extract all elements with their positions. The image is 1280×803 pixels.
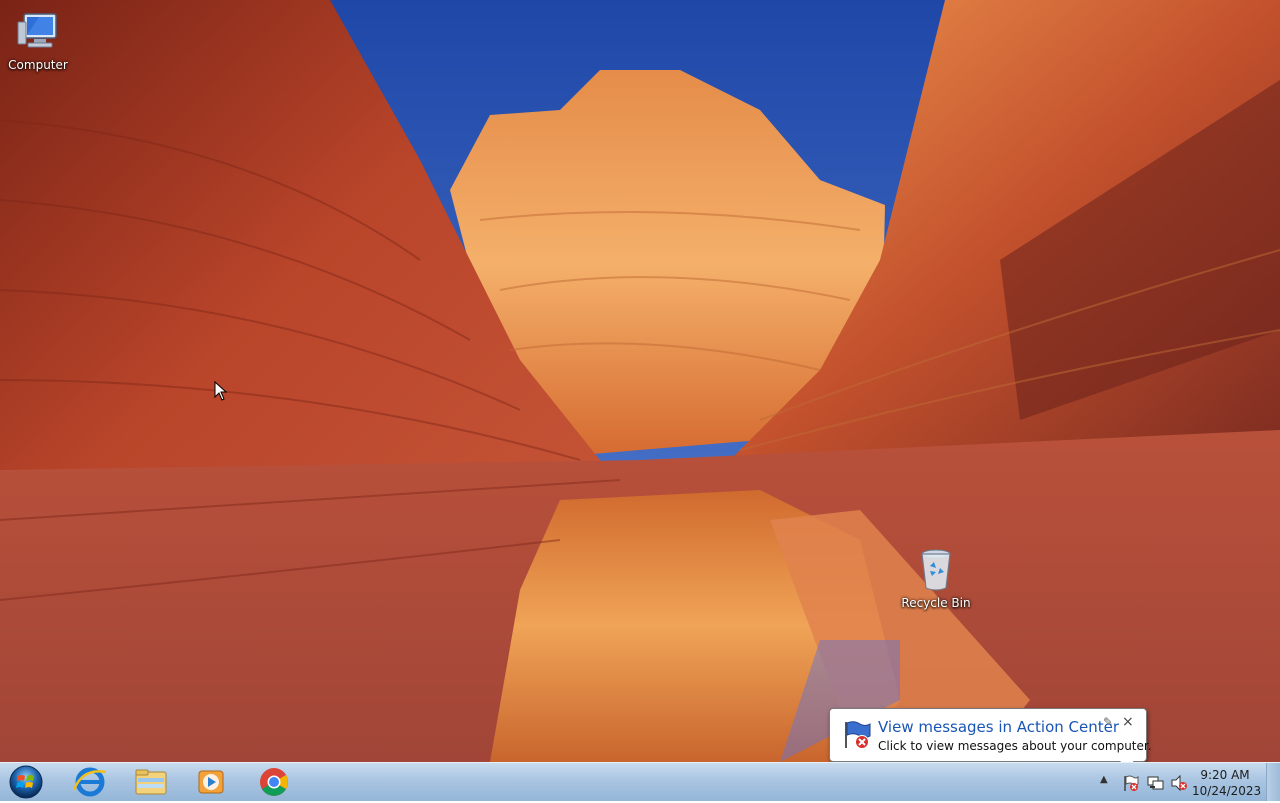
clock-date: 10/24/2023 [1192,784,1262,798]
taskbar-media-player[interactable] [183,764,239,800]
notification-title: View messages in Action Center [878,718,1120,736]
taskbar: ▲ 9:20 AM 10/24/2023 [0,762,1280,801]
notification-body: Click to view messages about your comput… [878,739,1152,753]
action-center-notification[interactable]: View messages in Action Center Click to … [829,708,1152,774]
desktop-wallpaper [0,0,1280,762]
media-player-icon [198,770,224,794]
chrome-icon [260,768,288,796]
computer-icon [17,13,57,48]
network-icon[interactable] [1146,774,1164,792]
internet-explorer-icon [72,767,107,797]
show-desktop-button[interactable] [1266,763,1280,801]
taskbar-file-explorer[interactable] [123,764,179,800]
action-center-flag-icon[interactable] [1122,774,1140,792]
taskbar-internet-explorer[interactable] [62,764,118,800]
taskbar-chrome[interactable] [246,764,302,800]
volume-muted-icon[interactable] [1170,774,1188,792]
taskbar-clock[interactable]: 9:20 AM 10/24/2023 [1192,767,1262,799]
mouse-cursor-icon [214,381,228,401]
desktop-icon-label: Computer [8,58,68,72]
action-center-flag-icon [845,721,871,749]
file-explorer-icon [135,769,167,795]
recycle-bin-icon [921,549,951,591]
desktop-icon-computer[interactable]: Computer [0,8,76,72]
desktop-icon-label: Recycle Bin [901,596,971,610]
close-button[interactable]: × [1122,714,1134,730]
clock-time: 9:20 AM [1200,768,1250,782]
show-hidden-icons-button[interactable]: ▲ [1100,774,1108,785]
options-wrench-icon[interactable]: ✎ [1103,715,1113,729]
desktop-icon-recycle-bin[interactable]: Recycle Bin [898,546,974,610]
windows-start-orb-icon[interactable] [4,764,48,800]
